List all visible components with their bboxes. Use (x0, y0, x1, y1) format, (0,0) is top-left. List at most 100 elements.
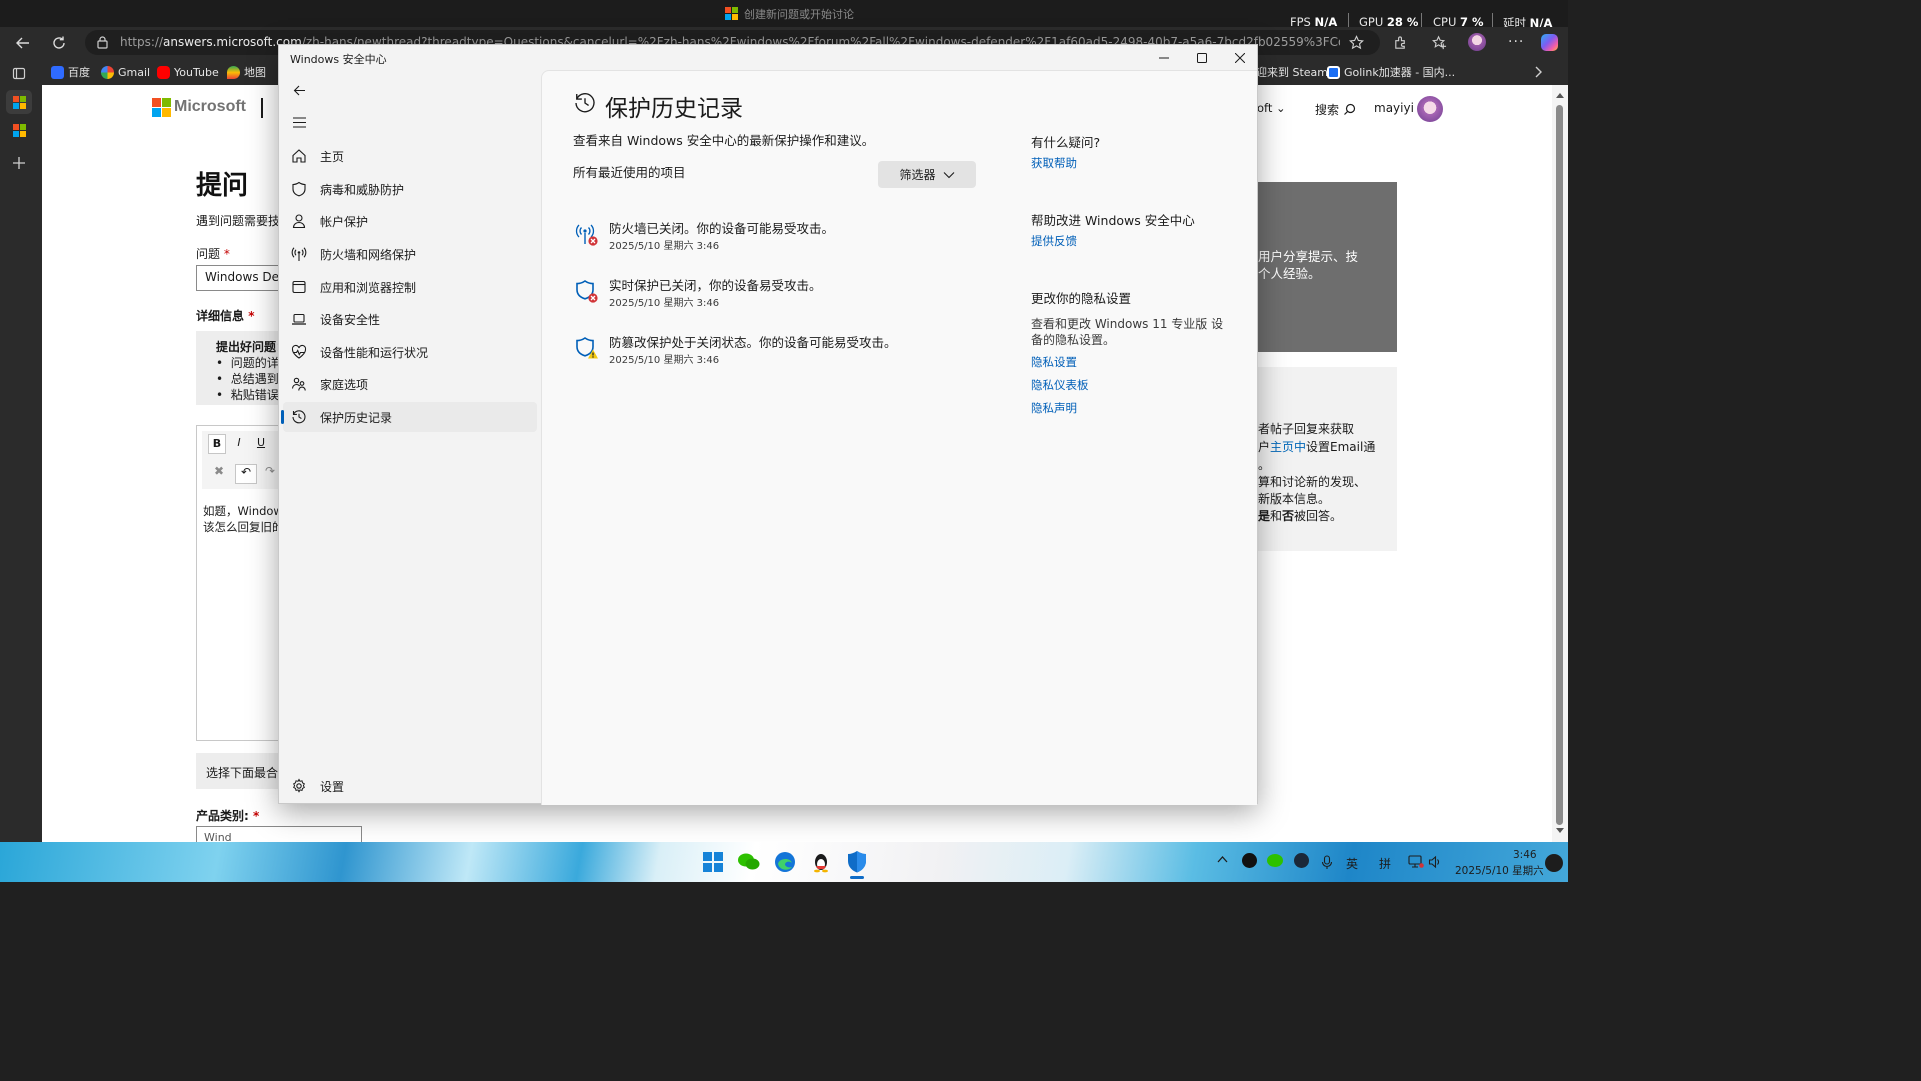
copilot-icon[interactable] (1541, 34, 1558, 51)
history-item[interactable]: 防火墙已关闭。你的设备可能易受攻击。 2025/5/10 星期六 3:46 (575, 218, 995, 262)
homepage-link[interactable]: 主页中 (1270, 440, 1306, 454)
security-shield-icon (848, 851, 866, 873)
page-heading: 提问 (196, 171, 249, 201)
profile-avatar[interactable] (1468, 33, 1486, 51)
network-icon[interactable] (1408, 855, 1424, 869)
nav-item-firewall[interactable]: 防火墙和网络保护 (283, 239, 537, 269)
wechat-taskbar-button[interactable] (736, 849, 762, 875)
taskbar-time[interactable]: 3:46 (1513, 849, 1537, 861)
get-help-link[interactable]: 获取帮助 (1031, 155, 1077, 171)
give-feedback-link[interactable]: 提供反馈 (1031, 233, 1077, 249)
filter-button[interactable]: 筛选器 (878, 161, 976, 188)
volume-icon[interactable] (1428, 855, 1442, 869)
heart-pulse-icon (291, 344, 307, 359)
taskbar-date[interactable]: 2025/5/10 星期六 (1455, 863, 1544, 878)
chevron-right-icon[interactable] (1533, 66, 1543, 78)
qq-penguin-icon (814, 854, 828, 873)
microphone-icon[interactable] (1321, 855, 1333, 870)
user-avatar[interactable] (1417, 96, 1443, 122)
back-button[interactable] (287, 78, 311, 102)
maximize-button[interactable] (1183, 47, 1221, 69)
search-link[interactable]: 搜索 (1315, 101, 1339, 118)
category-value[interactable]: Wind (204, 831, 232, 842)
start-button[interactable] (700, 849, 726, 875)
italic-button[interactable]: I (230, 434, 248, 454)
steam-tray-icon[interactable] (1294, 853, 1309, 868)
privacy-settings-link[interactable]: 隐私设置 (1031, 354, 1077, 370)
refresh-button[interactable] (48, 33, 70, 53)
bookmark-steam[interactable]: 迎来到 Steam (1256, 64, 1328, 80)
security-title-bar[interactable]: Windows 安全中心 (279, 45, 1257, 71)
site-info-icon[interactable] (96, 36, 109, 49)
nav-item-protection-history[interactable]: 保护历史记录 (281, 402, 537, 432)
ime-language-indicator[interactable]: 英 (1346, 855, 1358, 872)
extensions-icon[interactable] (1393, 35, 1408, 50)
nav-item-virus-protection[interactable]: 病毒和威胁防护 (283, 174, 537, 204)
wechat-tray-icon[interactable] (1267, 854, 1283, 867)
nav-item-account-protection[interactable]: 帐户保护 (283, 206, 537, 236)
family-icon (291, 377, 306, 391)
nav-item-device-security[interactable]: 设备安全性 (283, 304, 537, 334)
close-button[interactable] (1221, 47, 1259, 69)
info-text: 是和否被回答。 (1258, 509, 1343, 523)
shield-error-icon (576, 280, 598, 303)
category-label: 产品类别: * (196, 809, 260, 823)
show-hidden-icons-button[interactable] (1217, 855, 1228, 863)
youtube-icon (157, 65, 170, 79)
editor-text-line[interactable]: 该怎么回复旧的 (203, 519, 284, 535)
privacy-statement-link[interactable]: 隐私声明 (1031, 400, 1077, 416)
editor-text-line[interactable]: 如题，Window (203, 503, 283, 519)
microsoft-logo-icon[interactable] (152, 98, 171, 117)
nav-item-home[interactable]: 主页 (283, 141, 537, 171)
qq-taskbar-button[interactable] (808, 849, 834, 875)
bookmark-baidu[interactable]: 百度 (51, 64, 90, 80)
scroll-down-icon[interactable] (1555, 827, 1565, 835)
tabs-icon[interactable] (12, 66, 26, 80)
google-icon (101, 65, 114, 79)
bookmark-youtube[interactable]: YouTube (157, 64, 219, 80)
scroll-up-icon[interactable] (1555, 91, 1565, 99)
person-icon (292, 214, 306, 229)
tab-microsoft[interactable] (13, 124, 26, 137)
nav-item-app-browser-control[interactable]: 应用和浏览器控制 (283, 272, 537, 302)
shield-icon (292, 181, 306, 197)
info-text: 者帖子回复来获取 (1258, 422, 1355, 436)
page-scrollbar[interactable] (1552, 85, 1568, 842)
nav-item-family-options[interactable]: 家庭选项 (283, 369, 537, 399)
hamburger-menu-button[interactable] (287, 110, 311, 134)
bookmark-golink[interactable]: Golink加速器 - 国内... (1327, 64, 1455, 80)
back-button[interactable] (12, 33, 34, 53)
edge-taskbar-button[interactable] (772, 849, 798, 875)
new-tab-plus-icon[interactable] (12, 156, 26, 170)
qq-tray-icon[interactable] (1242, 853, 1257, 868)
nav-more[interactable]: oft ⌄ (1257, 101, 1286, 115)
chevron-up-icon (1217, 856, 1228, 863)
user-name[interactable]: mayiyi (1374, 101, 1414, 115)
history-item[interactable]: 防篡改保护处于关闭状态。你的设备可能易受攻击。 2025/5/10 星期六 3:… (575, 332, 995, 376)
brand-name[interactable]: Microsoft (174, 98, 246, 116)
scroll-thumb[interactable] (1556, 105, 1563, 825)
bookmark-gmail[interactable]: Gmail (101, 64, 150, 80)
minimize-button[interactable] (1145, 47, 1183, 69)
clear-format-icon[interactable]: ✖ (208, 464, 230, 484)
undo-icon[interactable]: ↶ (235, 464, 257, 484)
ime-mode-indicator[interactable]: 拼 (1379, 855, 1391, 872)
favorites-icon[interactable] (1432, 35, 1447, 50)
wechat-icon (738, 853, 760, 870)
privacy-dashboard-link[interactable]: 隐私仪表板 (1031, 377, 1089, 393)
bold-button[interactable]: B (208, 434, 226, 454)
favorite-star-icon[interactable] (1349, 35, 1364, 50)
tab-microsoft-answers[interactable] (6, 90, 32, 114)
divider (1421, 13, 1422, 27)
windows-security-taskbar-button[interactable] (844, 849, 870, 875)
underline-button[interactable]: U (252, 434, 270, 454)
nav-item-device-performance[interactable]: 设备性能和运行状况 (283, 337, 537, 367)
close-icon (1235, 53, 1245, 63)
notification-center-icon[interactable] (1545, 854, 1563, 872)
search-icon[interactable] (1343, 103, 1356, 116)
active-app-indicator (850, 876, 864, 879)
nav-item-settings[interactable]: 设置 (283, 771, 537, 801)
bookmark-maps[interactable]: 地图 (227, 64, 266, 80)
history-item[interactable]: 实时保护已关闭，你的设备易受攻击。 2025/5/10 星期六 3:46 (575, 275, 995, 319)
more-menu-icon[interactable]: ··· (1508, 34, 1524, 50)
